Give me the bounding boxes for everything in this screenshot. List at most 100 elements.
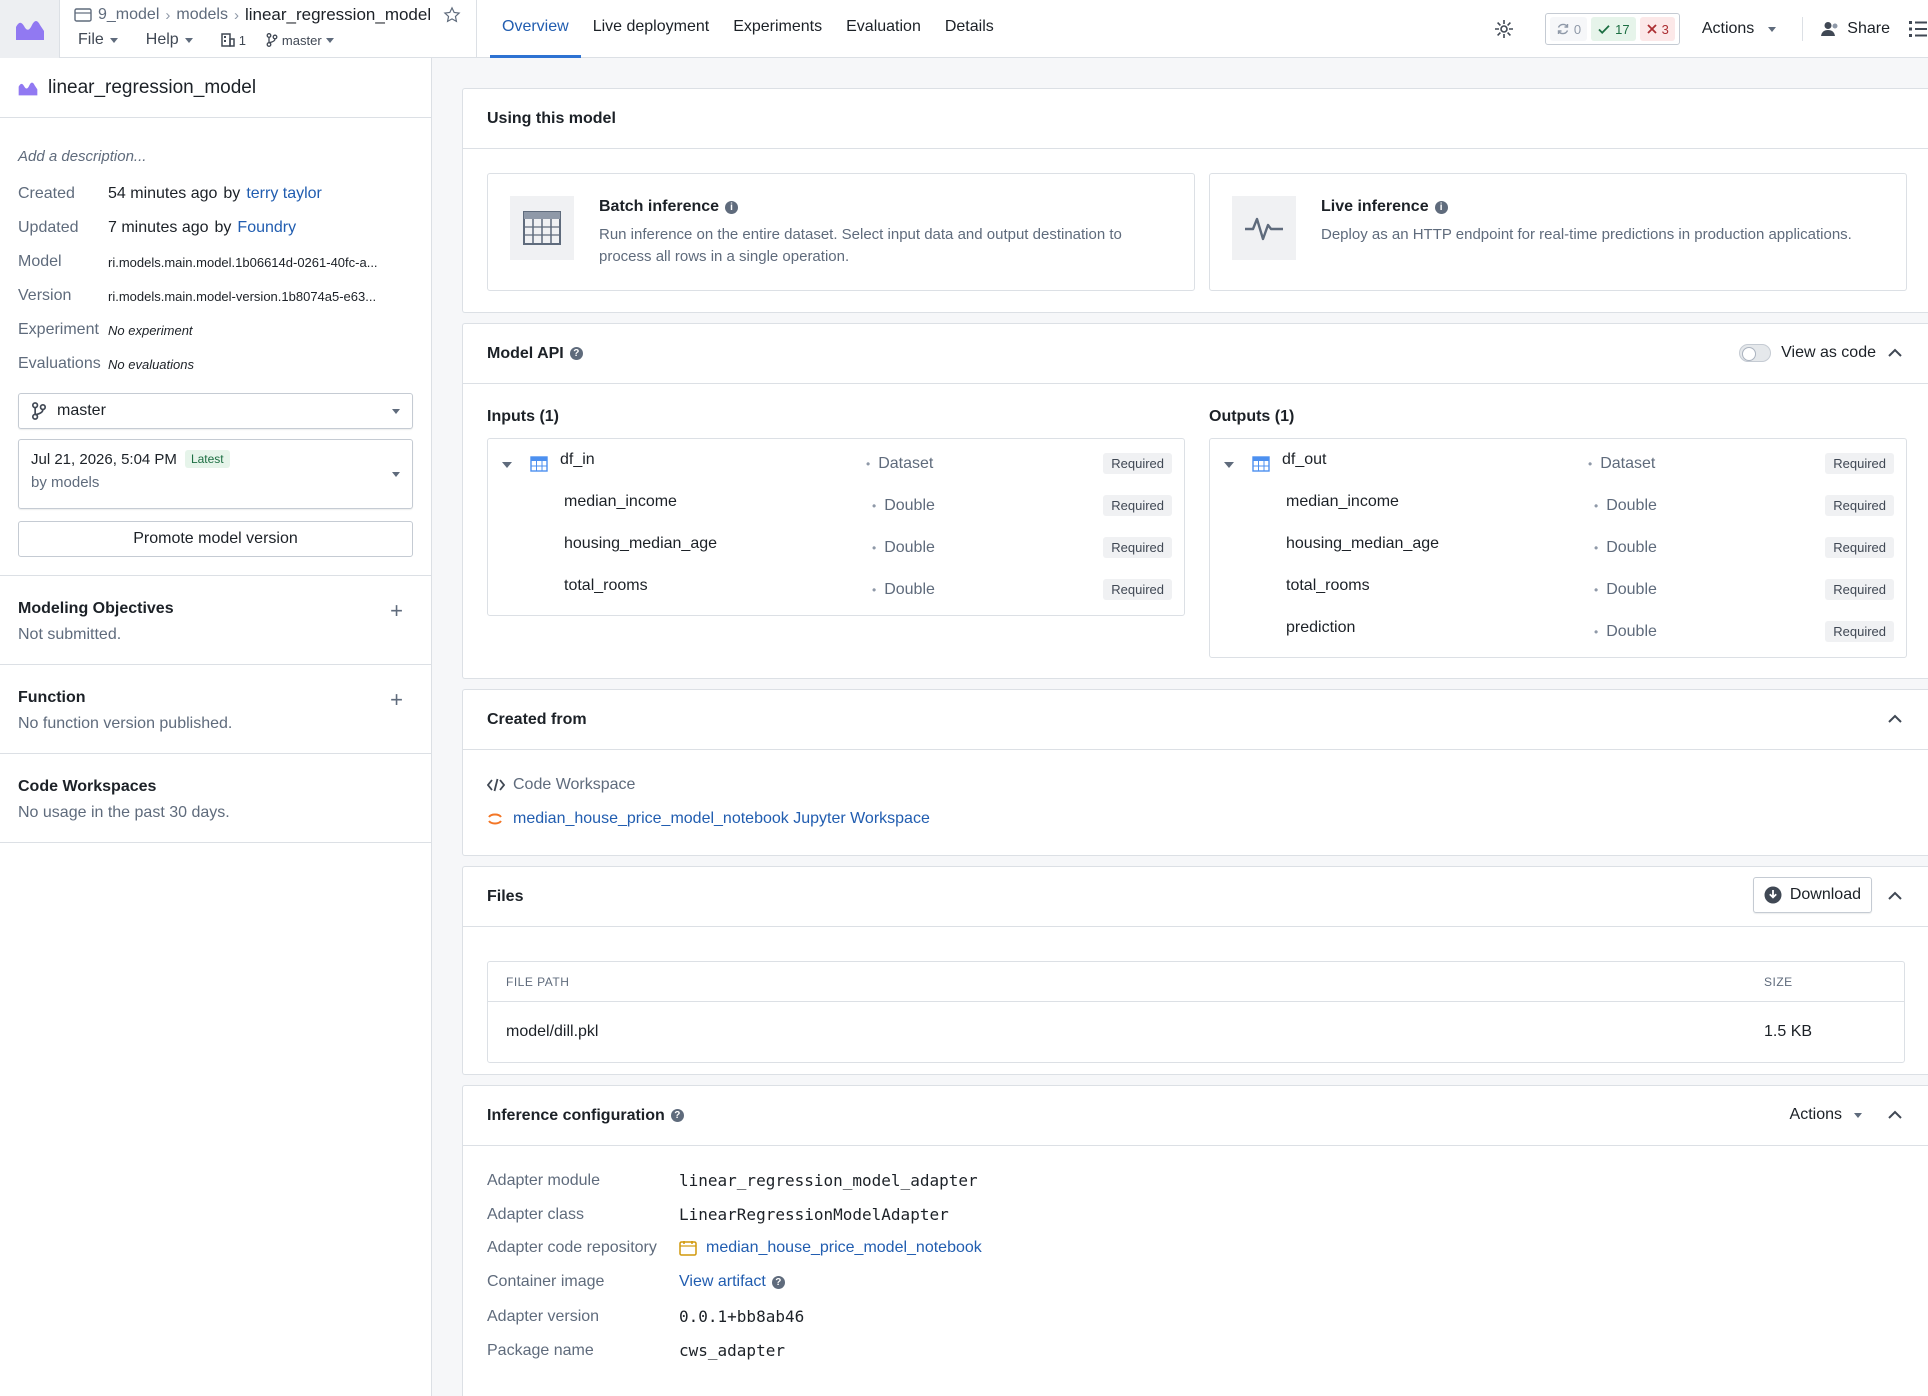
required-badge: Required [1103, 579, 1172, 600]
updated-label: Updated [18, 219, 79, 236]
type-label: Double [872, 497, 935, 515]
dataset-row[interactable]: df_out Dataset Required [1210, 443, 1906, 485]
model-icon [18, 82, 38, 95]
files-card: Files Download FILE PATH SIZE model/dill… [462, 866, 1928, 1075]
column-row[interactable]: housing_median_age Double Required [1210, 527, 1906, 569]
check-icon [1598, 25, 1610, 34]
column-name: housing_median_age [564, 535, 718, 552]
help-icon[interactable]: ? [670, 1109, 684, 1122]
breadcrumb-item[interactable]: 9_model [98, 6, 159, 24]
modeling-objectives-section: Modeling Objectives Not submitted. + [0, 575, 431, 664]
type-label: Dataset [1588, 455, 1655, 473]
sidebar-header: linear_regression_model [0, 58, 431, 118]
by-label: by [214, 219, 232, 236]
add-function-plus-icon[interactable]: + [390, 689, 403, 711]
inference-actions-button[interactable]: Actions [1790, 1106, 1862, 1124]
repository-icon [679, 1241, 697, 1256]
description-input[interactable]: Add a description... [18, 148, 413, 165]
adapter-repo-link[interactable]: median_house_price_model_notebook [706, 1239, 982, 1257]
workspace-link[interactable]: median_house_price_model_notebook Jupyte… [513, 810, 930, 828]
package-name-row: Package name cws_adapter [487, 1341, 785, 1360]
file-menu[interactable]: File [78, 31, 118, 49]
passed-count: 17 [1615, 21, 1630, 37]
column-header-size[interactable]: SIZE [1764, 975, 1793, 989]
building-icon [220, 33, 235, 47]
version-author: by models [31, 474, 100, 491]
expand-caret-icon[interactable] [502, 462, 512, 468]
column-header-file-path[interactable]: FILE PATH [506, 975, 569, 989]
created-label: Created [18, 185, 75, 202]
created-time: 54 minutes ago [108, 185, 218, 202]
list-panel-icon[interactable] [1908, 19, 1928, 39]
card-title: Using this model [487, 109, 616, 127]
column-row[interactable]: median_income Double Required [488, 485, 1184, 527]
help-icon[interactable]: ? [771, 1275, 785, 1289]
sparkle-icon[interactable] [1493, 18, 1515, 40]
created-by-link[interactable]: terry taylor [246, 185, 322, 203]
batch-inference-card[interactable]: Batch inference i Run inference on the e… [487, 173, 1195, 291]
evaluations-row: Evaluations No evaluations [18, 347, 413, 381]
folder-count-button[interactable]: 1 [220, 33, 246, 48]
help-icon[interactable]: ? [569, 347, 583, 360]
chevron-up-icon[interactable] [1888, 1110, 1902, 1120]
toggle-switch[interactable] [1739, 344, 1772, 362]
updated-row: Updated 7 minutes ago by Foundry [18, 211, 413, 245]
live-inference-card[interactable]: Live inference i Deploy as an HTTP endpo… [1209, 173, 1907, 291]
download-label: Download [1789, 886, 1861, 903]
caret-down-icon [184, 37, 193, 43]
tab-overview[interactable]: Overview [490, 0, 581, 58]
pulse-icon [1232, 196, 1296, 260]
help-menu[interactable]: Help [146, 31, 193, 49]
table-row[interactable]: model/dill.pkl 1.5 KB [488, 1002, 1904, 1062]
column-row[interactable]: median_income Double Required [1210, 485, 1906, 527]
type-label: Double [1594, 623, 1657, 641]
add-objective-plus-icon[interactable]: + [390, 600, 403, 622]
expand-caret-icon[interactable] [1224, 462, 1234, 468]
model-icon [15, 21, 44, 40]
model-rid[interactable]: ri.models.main.model.1b06614d-0261-40fc-… [108, 255, 378, 270]
jupyter-icon [488, 813, 502, 825]
share-button[interactable]: Share [1821, 20, 1890, 38]
tab-experiments[interactable]: Experiments [721, 0, 834, 58]
promote-version-button[interactable]: Promote model version [18, 521, 413, 557]
view-artifact-link[interactable]: View artifact [679, 1273, 766, 1291]
star-icon[interactable] [443, 6, 461, 24]
info-icon[interactable]: i [1434, 200, 1448, 214]
tab-details[interactable]: Details [933, 0, 1006, 58]
adapter-class-row: Adapter class LinearRegressionModelAdapt… [487, 1205, 949, 1224]
cross-icon [1646, 24, 1657, 34]
chevron-up-icon[interactable] [1888, 891, 1902, 901]
model-api-card: Model API ? View as code Inputs (1) df_i… [462, 323, 1928, 679]
download-button[interactable]: Download [1752, 877, 1872, 913]
version-rid[interactable]: ri.models.main.model-version.1b8074a5-e6… [108, 289, 376, 304]
branch-button[interactable]: master [266, 33, 334, 48]
chevron-up-icon[interactable] [1888, 714, 1902, 724]
file-size-cell: 1.5 KB [1764, 1023, 1813, 1040]
view-as-code-toggle[interactable]: View as code [1739, 344, 1876, 362]
branch-select[interactable]: master [18, 393, 413, 429]
column-row[interactable]: prediction Double Required [1210, 611, 1906, 653]
checks-summary[interactable]: 0 17 3 [1544, 13, 1680, 45]
actions-menu-button[interactable]: Actions [1702, 20, 1777, 38]
inputs-tree: df_in Dataset Required median_income Double R… [487, 438, 1185, 616]
live-inference-description: Deploy as an HTTP endpoint for real-time… [1321, 226, 1852, 243]
evaluations-label: Evaluations [18, 355, 101, 372]
tab-evaluation[interactable]: Evaluation [834, 0, 933, 58]
updated-by-link[interactable]: Foundry [237, 219, 296, 237]
branch-select-value: master [57, 402, 106, 419]
info-icon[interactable]: i [725, 200, 739, 214]
dataset-row[interactable]: df_in Dataset Required [488, 443, 1184, 485]
section-title: Function [18, 689, 86, 706]
column-row[interactable]: total_rooms Double Required [488, 569, 1184, 611]
folder-icon [74, 8, 92, 22]
app-logo[interactable] [0, 0, 60, 58]
tab-live-deployment[interactable]: Live deployment [581, 0, 722, 58]
column-row[interactable]: housing_median_age Double Required [488, 527, 1184, 569]
section-text: No function version published. [18, 715, 233, 732]
column-row[interactable]: total_rooms Double Required [1210, 569, 1906, 611]
breadcrumb-item[interactable]: models [176, 6, 228, 24]
chevron-up-icon[interactable] [1888, 348, 1902, 358]
version-select[interactable]: Jul 21, 2026, 5:04 PM Latest by models [18, 439, 413, 509]
table-icon [1252, 456, 1270, 472]
divider [476, 0, 477, 58]
